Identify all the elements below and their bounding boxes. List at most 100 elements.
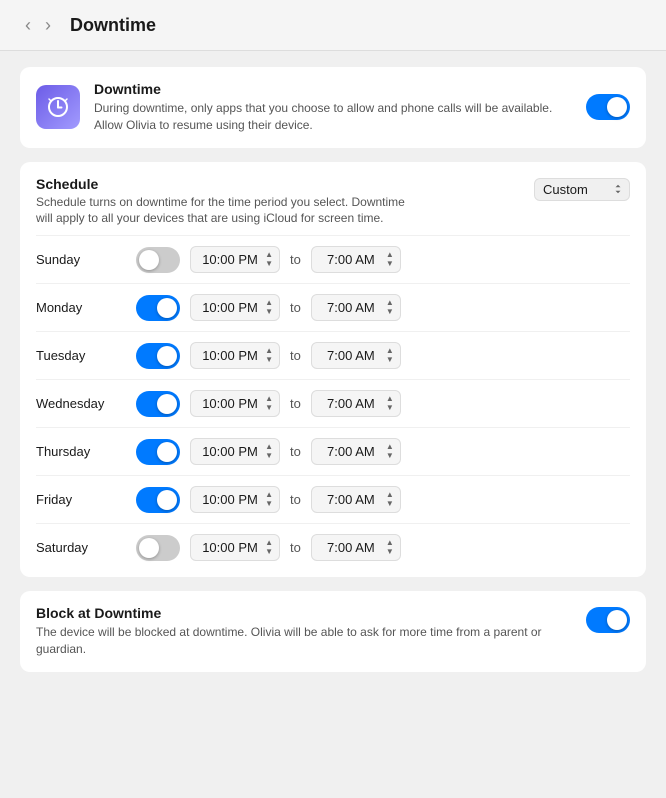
to-time-friday[interactable]: 7:00 AM ▲ ▼	[311, 486, 401, 513]
to-time-down[interactable]: ▼	[386, 356, 394, 364]
to-label: to	[290, 300, 301, 315]
to-time-up[interactable]: ▲	[386, 539, 394, 547]
to-time-down[interactable]: ▼	[386, 548, 394, 556]
downtime-app-icon	[36, 85, 80, 129]
from-time-text: 10:00 PM	[197, 348, 263, 363]
from-time-up[interactable]: ▲	[265, 251, 273, 259]
nav-arrows: ‹ ›	[20, 14, 56, 36]
schedule-header: Schedule Schedule turns on downtime for …	[36, 176, 630, 228]
to-time-sunday[interactable]: 7:00 AM ▲ ▼	[311, 246, 401, 273]
day-toggle-saturday[interactable]	[136, 535, 180, 561]
from-time-stepper[interactable]: ▲ ▼	[265, 491, 273, 508]
downtime-text-block: Downtime During downtime, only apps that…	[94, 81, 572, 134]
to-time-up[interactable]: ▲	[386, 443, 394, 451]
schedule-mode-select[interactable]: Custom Every Day Weekends Weekdays	[534, 178, 630, 201]
block-title: Block at Downtime	[36, 605, 576, 621]
to-time-down[interactable]: ▼	[386, 260, 394, 268]
to-time-down[interactable]: ▼	[386, 308, 394, 316]
to-label: to	[290, 444, 301, 459]
to-time-up[interactable]: ▲	[386, 347, 394, 355]
from-time-stepper[interactable]: ▲ ▼	[265, 299, 273, 316]
from-time-stepper[interactable]: ▲ ▼	[265, 539, 273, 556]
to-time-text: 7:00 AM	[318, 396, 384, 411]
to-time-wednesday[interactable]: 7:00 AM ▲ ▼	[311, 390, 401, 417]
to-time-down[interactable]: ▼	[386, 452, 394, 460]
from-time-sunday[interactable]: 10:00 PM ▲ ▼	[190, 246, 280, 273]
downtime-card: Downtime During downtime, only apps that…	[20, 67, 646, 148]
downtime-toggle[interactable]	[586, 94, 630, 120]
block-description: The device will be blocked at downtime. …	[36, 624, 576, 658]
to-time-text: 7:00 AM	[318, 540, 384, 555]
downtime-description: During downtime, only apps that you choo…	[94, 100, 572, 134]
from-time-stepper[interactable]: ▲ ▼	[265, 347, 273, 364]
to-time-monday[interactable]: 7:00 AM ▲ ▼	[311, 294, 401, 321]
day-row: Saturday 10:00 PM ▲ ▼ to 7:00 AM ▲ ▼	[36, 523, 630, 571]
from-time-down[interactable]: ▼	[265, 356, 273, 364]
schedule-card: Schedule Schedule turns on downtime for …	[20, 162, 646, 578]
from-time-down[interactable]: ▼	[265, 500, 273, 508]
day-toggle-thursday[interactable]	[136, 439, 180, 465]
schedule-title: Schedule	[36, 176, 416, 192]
downtime-row: Downtime During downtime, only apps that…	[20, 67, 646, 148]
from-time-up[interactable]: ▲	[265, 299, 273, 307]
from-time-down[interactable]: ▼	[265, 308, 273, 316]
back-button[interactable]: ‹	[20, 14, 36, 36]
from-time-wednesday[interactable]: 10:00 PM ▲ ▼	[190, 390, 280, 417]
from-time-saturday[interactable]: 10:00 PM ▲ ▼	[190, 534, 280, 561]
to-label: to	[290, 348, 301, 363]
from-time-up[interactable]: ▲	[265, 347, 273, 355]
day-toggle-monday[interactable]	[136, 295, 180, 321]
day-toggle-sunday[interactable]	[136, 247, 180, 273]
to-time-saturday[interactable]: 7:00 AM ▲ ▼	[311, 534, 401, 561]
day-row: Monday 10:00 PM ▲ ▼ to 7:00 AM ▲ ▼	[36, 283, 630, 331]
day-row: Tuesday 10:00 PM ▲ ▼ to 7:00 AM ▲ ▼	[36, 331, 630, 379]
day-toggle-friday[interactable]	[136, 487, 180, 513]
to-time-stepper[interactable]: ▲ ▼	[386, 491, 394, 508]
day-toggle-tuesday[interactable]	[136, 343, 180, 369]
from-time-up[interactable]: ▲	[265, 491, 273, 499]
from-time-stepper[interactable]: ▲ ▼	[265, 443, 273, 460]
from-time-stepper[interactable]: ▲ ▼	[265, 251, 273, 268]
from-time-up[interactable]: ▲	[265, 539, 273, 547]
to-label: to	[290, 396, 301, 411]
to-time-tuesday[interactable]: 7:00 AM ▲ ▼	[311, 342, 401, 369]
forward-button[interactable]: ›	[40, 14, 56, 36]
from-time-text: 10:00 PM	[197, 252, 263, 267]
downtime-svg-icon	[45, 94, 71, 120]
from-time-stepper[interactable]: ▲ ▼	[265, 395, 273, 412]
to-time-stepper[interactable]: ▲ ▼	[386, 347, 394, 364]
from-time-up[interactable]: ▲	[265, 443, 273, 451]
block-at-downtime-toggle[interactable]	[586, 607, 630, 633]
page-title: Downtime	[70, 15, 156, 36]
from-time-down[interactable]: ▼	[265, 548, 273, 556]
day-rows: Sunday 10:00 PM ▲ ▼ to 7:00 AM ▲ ▼ Monda…	[36, 235, 630, 571]
to-time-text: 7:00 AM	[318, 348, 384, 363]
to-time-down[interactable]: ▼	[386, 404, 394, 412]
to-time-stepper[interactable]: ▲ ▼	[386, 251, 394, 268]
to-label: to	[290, 492, 301, 507]
to-time-up[interactable]: ▲	[386, 395, 394, 403]
block-text-block: Block at Downtime The device will be blo…	[36, 605, 576, 658]
to-label: to	[290, 540, 301, 555]
to-time-stepper[interactable]: ▲ ▼	[386, 395, 394, 412]
from-time-down[interactable]: ▼	[265, 452, 273, 460]
day-label-sunday: Sunday	[36, 252, 126, 267]
header: ‹ › Downtime	[0, 0, 666, 51]
to-time-up[interactable]: ▲	[386, 491, 394, 499]
day-toggle-wednesday[interactable]	[136, 391, 180, 417]
from-time-up[interactable]: ▲	[265, 395, 273, 403]
to-time-up[interactable]: ▲	[386, 251, 394, 259]
to-time-down[interactable]: ▼	[386, 500, 394, 508]
from-time-friday[interactable]: 10:00 PM ▲ ▼	[190, 486, 280, 513]
from-time-down[interactable]: ▼	[265, 404, 273, 412]
to-time-up[interactable]: ▲	[386, 299, 394, 307]
day-row: Friday 10:00 PM ▲ ▼ to 7:00 AM ▲ ▼	[36, 475, 630, 523]
from-time-thursday[interactable]: 10:00 PM ▲ ▼	[190, 438, 280, 465]
to-time-stepper[interactable]: ▲ ▼	[386, 443, 394, 460]
to-time-thursday[interactable]: 7:00 AM ▲ ▼	[311, 438, 401, 465]
from-time-monday[interactable]: 10:00 PM ▲ ▼	[190, 294, 280, 321]
to-time-stepper[interactable]: ▲ ▼	[386, 539, 394, 556]
to-time-stepper[interactable]: ▲ ▼	[386, 299, 394, 316]
from-time-down[interactable]: ▼	[265, 260, 273, 268]
from-time-tuesday[interactable]: 10:00 PM ▲ ▼	[190, 342, 280, 369]
